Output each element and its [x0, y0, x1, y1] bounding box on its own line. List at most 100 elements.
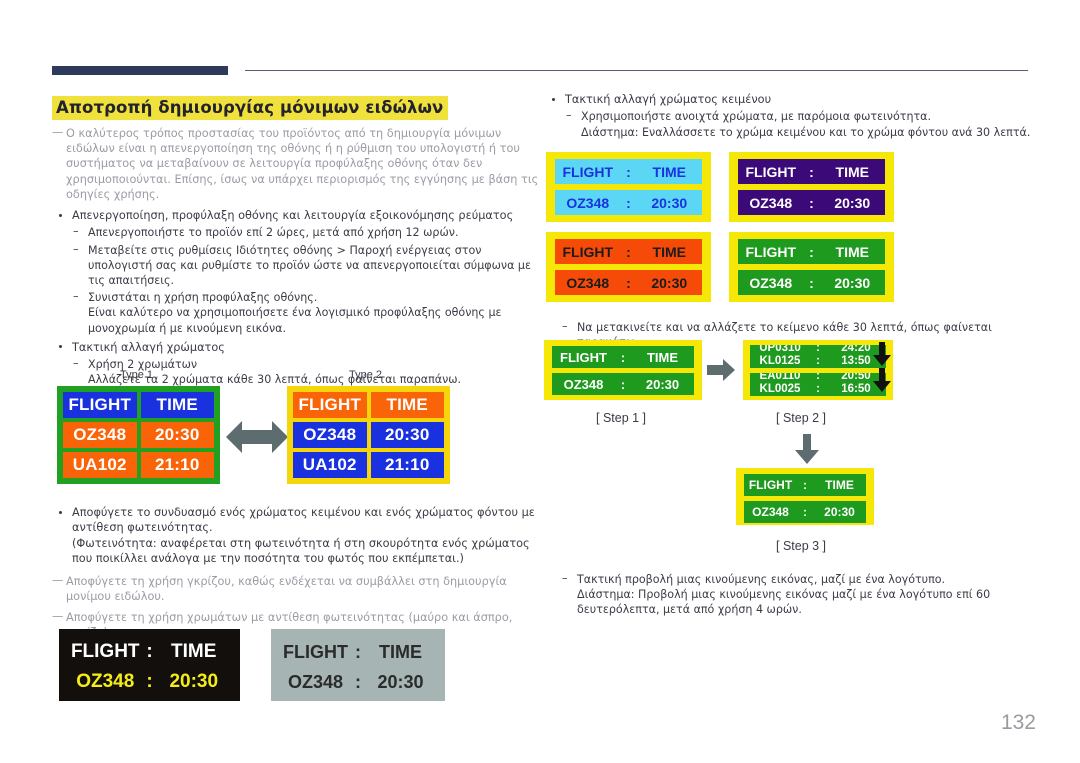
- dash-lead-icon: —: [52, 573, 64, 587]
- purple-panel: FLIGHT: TIME OZ348: 20:30: [729, 152, 894, 222]
- left-column-lower: Αποφύγετε το συνδυασμό ενός χρώματος κει…: [52, 505, 544, 646]
- display-cell: 20:30: [651, 274, 688, 291]
- board-cell: 20:30: [140, 422, 214, 448]
- display-cell: :: [626, 163, 631, 180]
- display-cell: FLIGHT: [562, 163, 614, 180]
- display-cell: 20:30: [834, 194, 871, 211]
- display-cell: :: [626, 274, 631, 291]
- display-cell: OZ348: [749, 274, 793, 291]
- dash-icon: –: [73, 225, 79, 239]
- right-column: Τακτική αλλαγή χρώματος κειμένου – Χρησι…: [545, 92, 1040, 144]
- display-cell: :: [816, 345, 820, 354]
- display-cell: TIME: [835, 163, 869, 180]
- dash-icon: –: [73, 242, 79, 256]
- display-cell: OZ348: [76, 671, 135, 692]
- sub-list: – Τακτική προβολή μιας κινούμενης εικόνα…: [561, 572, 1031, 618]
- display-cell: FLIGHT: [745, 243, 797, 260]
- display-cell: OZ348: [749, 194, 793, 211]
- board-cell: TIME: [140, 392, 214, 418]
- manual-page: Αποτροπή δημιουργίας μόνιμων ειδώλων — Ο…: [0, 0, 1080, 763]
- display-cell: :: [803, 505, 807, 519]
- display-cell: 20:30: [645, 376, 680, 392]
- display-cell: OZ348: [287, 671, 344, 692]
- display-cell: EA0110: [759, 373, 801, 382]
- list-item: Απενεργοποίηση, προφύλαξη οθόνης και λει…: [52, 208, 544, 336]
- display-line: OZ348: 20:30: [555, 270, 702, 295]
- page-number: 132: [1000, 711, 1036, 734]
- display-line: KL0125:13:50: [750, 355, 886, 368]
- scrolling-display-block: UP0310:24:20 KL0125:13:50: [750, 345, 886, 368]
- display-line: FLIGHT: TIME: [271, 629, 445, 667]
- step3-flight-panel: FLIGHT: TIME OZ348: 20:30: [736, 468, 874, 525]
- display-line: FLIGHT: TIME: [552, 346, 694, 368]
- left-bullet-list: Απενεργοποίηση, προφύλαξη οθόνης και λει…: [52, 208, 544, 388]
- display-cell: :: [816, 355, 820, 367]
- scrolling-display-block: EA0110:20:50 KL0025:16:50: [750, 373, 886, 396]
- display-cell: :: [816, 383, 820, 395]
- display-cell: OZ348: [566, 274, 610, 291]
- display-line: FLIGHT: TIME: [738, 159, 885, 184]
- display-cell: :: [355, 671, 361, 692]
- display-cell: :: [146, 671, 153, 692]
- display-cell: :: [809, 194, 814, 211]
- arrow-down-icon: [795, 434, 819, 468]
- cyan-panel: FLIGHT: TIME OZ348: 20:30: [546, 152, 711, 222]
- display-line: EA0110:20:50: [750, 373, 886, 383]
- display-cell: :: [809, 243, 814, 260]
- board-cell: OZ348: [63, 422, 137, 448]
- display-cell: 20:30: [169, 671, 219, 692]
- right-sub-3: – Τακτική προβολή μιας κινούμενης εικόνα…: [561, 570, 1031, 622]
- left-bullet-list-2: Αποφύγετε το συνδυασμό ενός χρώματος κει…: [52, 505, 544, 567]
- display-cell: TIME: [835, 243, 869, 260]
- right-bullet-list: Τακτική αλλαγή χρώματος κειμένου – Χρησι…: [545, 92, 1040, 140]
- display-cell: :: [809, 274, 814, 291]
- type1-flight-board: FLIGHT TIME OZ348 20:30 UA102 21:10: [57, 386, 220, 484]
- display-cell: FLIGHT: [560, 349, 607, 365]
- page-title: Αποτροπή δημιουργίας μόνιμων ειδώλων: [52, 96, 449, 120]
- dash-icon: –: [73, 290, 79, 304]
- display-cell: FLIGHT: [748, 478, 793, 492]
- step1-flight-panel: FLIGHT: TIME OZ348: 20:30: [544, 340, 702, 400]
- display-line: OZ348: 20:30: [738, 190, 885, 215]
- header-accent-bar: [52, 66, 228, 75]
- board-cell: 21:10: [370, 452, 444, 478]
- list-item: Τακτική αλλαγή χρώματος κειμένου – Χρησι…: [545, 92, 1040, 140]
- display-cell: TIME: [652, 243, 686, 260]
- dash-lead-icon: —: [52, 126, 64, 139]
- dash-lead-icon: —: [52, 610, 64, 624]
- display-cell: OZ348: [752, 505, 789, 519]
- arrow-right-icon: [707, 359, 735, 385]
- type1-label: Type 1: [120, 369, 154, 381]
- list-item: – Συνιστάται η χρήση προφύλαξης οθόνης. …: [73, 290, 502, 335]
- display-cell: UP0310: [759, 345, 801, 354]
- display-cell: FLIGHT: [283, 641, 348, 662]
- green-panel: FLIGHT: TIME OZ348: 20:30: [729, 232, 894, 302]
- display-cell: :: [803, 478, 807, 492]
- display-cell: TIME: [825, 478, 854, 492]
- grey-flight-display: FLIGHT: TIME OZ348:20:30: [271, 629, 445, 701]
- display-cell: 20:30: [834, 274, 871, 291]
- board-cell: FLIGHT: [293, 392, 367, 418]
- display-line: OZ348:20:30: [271, 667, 445, 697]
- dash-icon: –: [73, 357, 79, 371]
- board-cell: 20:30: [370, 422, 444, 448]
- display-line: OZ348:20:30: [552, 373, 694, 395]
- display-cell: OZ348: [563, 376, 604, 392]
- display-cell: :: [146, 641, 153, 662]
- list-item: – Χρησιμοποιήστε ανοιχτά χρώματα, με παρ…: [566, 109, 1031, 139]
- display-cell: 20:30: [824, 505, 855, 519]
- type2-flight-board: FLIGHT TIME OZ348 20:30 UA102 21:10: [287, 386, 450, 484]
- bullet-dot-icon: [552, 97, 555, 101]
- list-item: – Μεταβείτε στις ρυθμίσεις Ιδιότητες οθό…: [73, 242, 531, 288]
- board-cell: FLIGHT: [63, 392, 137, 418]
- display-cell: :: [355, 641, 361, 662]
- list-item: – Απενεργοποιήστε το προϊόν επί 2 ώρες, …: [73, 225, 459, 240]
- header-rule: [245, 70, 1028, 71]
- display-cell: 20:30: [651, 194, 688, 211]
- display-line: FLIGHT: TIME: [744, 474, 866, 496]
- display-cell: FLIGHT: [70, 641, 140, 662]
- board-cell: UA102: [293, 452, 367, 478]
- display-line: OZ348: 20:30: [738, 270, 885, 295]
- dark-flight-display: FLIGHT: TIME OZ348:20:30: [59, 629, 240, 701]
- step2-label: [ Step 2 ]: [776, 411, 827, 425]
